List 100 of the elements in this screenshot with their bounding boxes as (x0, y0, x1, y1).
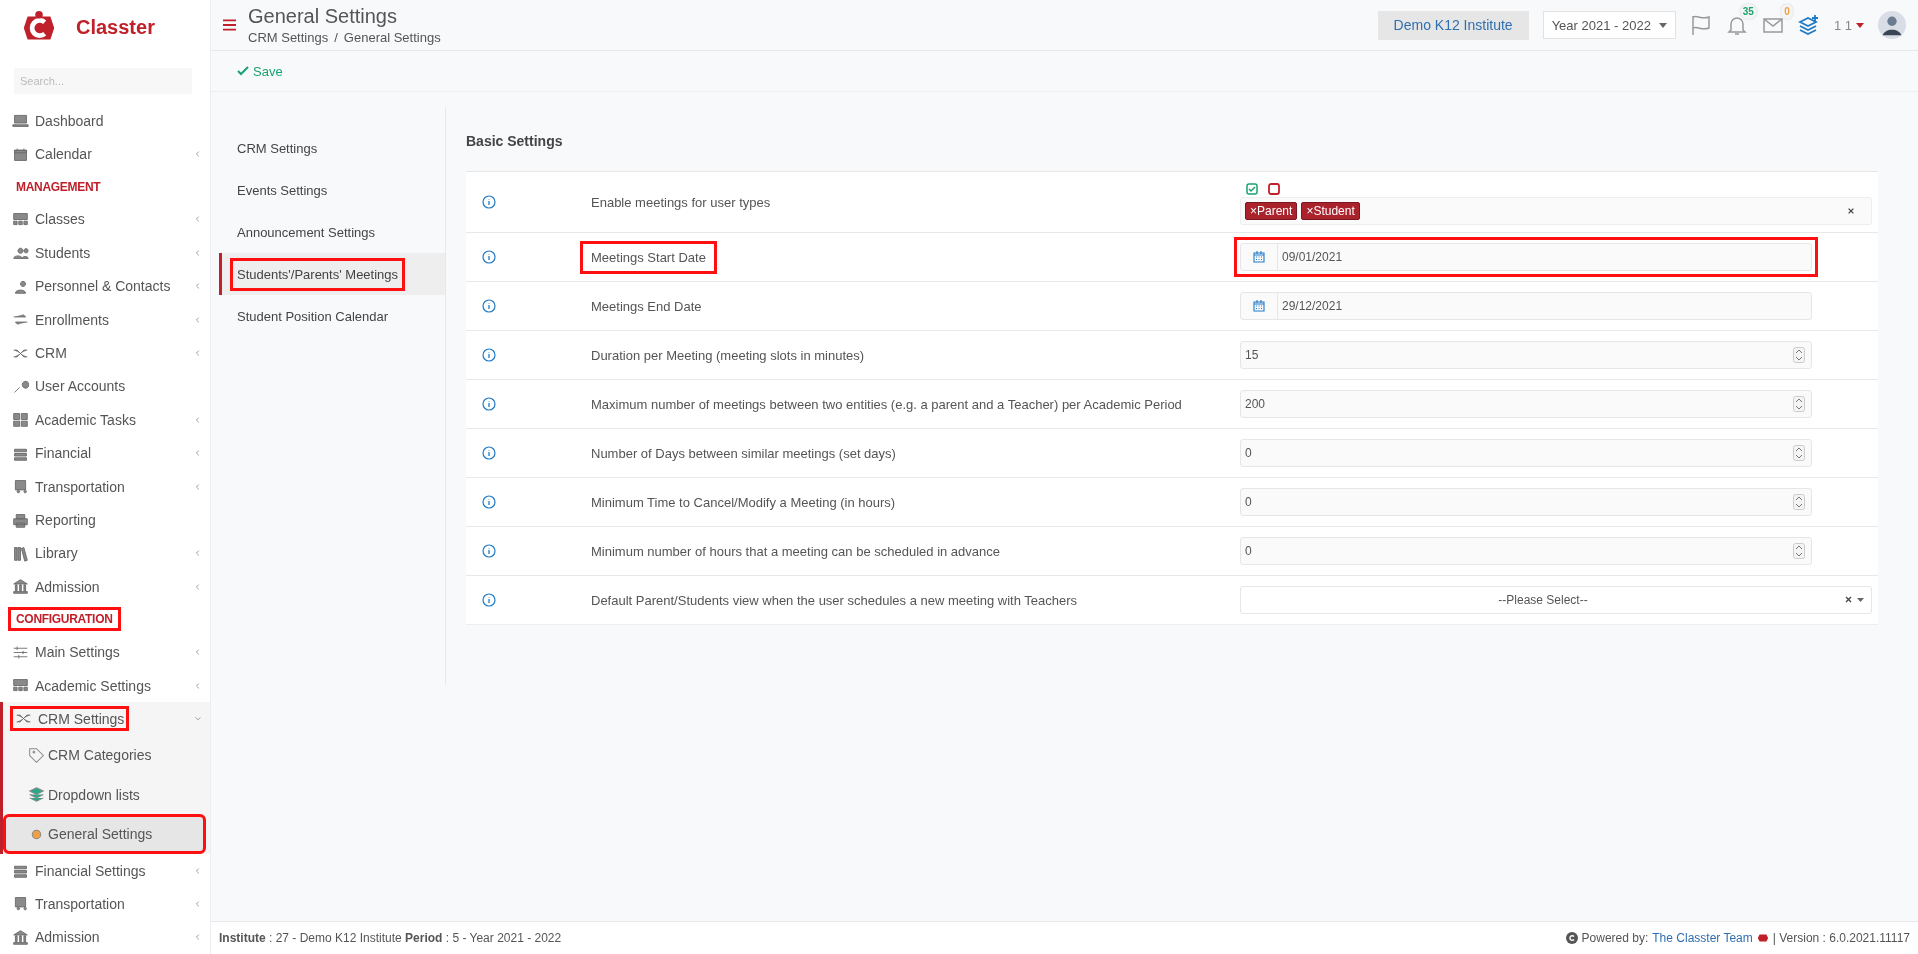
section-heading: CONFIGURATION (8, 607, 121, 632)
spinner-icon[interactable] (1793, 445, 1805, 461)
sidebar-item[interactable]: Personnel & Contacts (0, 269, 210, 303)
page-title: General Settings (248, 5, 398, 28)
submenu-item[interactable]: General Settings (3, 814, 206, 854)
date-field[interactable]: 29/12/2021 (1240, 292, 1812, 320)
sidebar-item[interactable]: Reporting (0, 503, 210, 537)
settings-tab[interactable]: CRM Settings (219, 127, 445, 169)
number-field[interactable]: 0 (1240, 537, 1812, 565)
spinner-icon[interactable] (1793, 494, 1805, 510)
select-dropdown[interactable]: --Please Select-- (1240, 586, 1872, 614)
chevron-icon (194, 899, 202, 908)
settings-tab[interactable]: Students'/Parents' Meetings (219, 253, 445, 295)
chevron-icon (194, 315, 202, 324)
sidebar-item[interactable]: Admission (0, 920, 210, 954)
number-field[interactable]: 200 (1240, 390, 1812, 418)
institute-button[interactable]: Demo K12 Institute (1377, 10, 1529, 40)
layers-plus-icon[interactable] (1797, 14, 1820, 36)
section-title: Basic Settings (466, 133, 564, 149)
caret-icon (1856, 22, 1864, 28)
sidebar-item[interactable]: CRM Settings (3, 702, 210, 736)
sidebar-item[interactable]: Academic Settings (0, 668, 210, 703)
info-icon[interactable] (482, 495, 496, 509)
chevron-icon (194, 449, 202, 458)
sidebar-item[interactable]: Financial Settings (0, 853, 210, 888)
chevron-icon (194, 933, 202, 942)
check-icon (237, 66, 249, 76)
footer-info: Institute : 27 - Demo K12 Institute Period : 5 - Year 2021 - 2022 (219, 931, 562, 945)
year-dropdown[interactable]: Year 2021 - 2022 (1542, 11, 1676, 39)
submenu-icon (28, 746, 45, 764)
chevron-icon (194, 648, 202, 657)
sidebar-item[interactable]: User Accounts (0, 369, 210, 404)
chevron-icon (194, 549, 202, 558)
flag-icon[interactable] (1689, 14, 1712, 36)
spinner-icon[interactable] (1793, 396, 1805, 412)
sidebar-item[interactable]: Admission (0, 570, 210, 604)
team-link[interactable]: The Classter Team (1652, 931, 1753, 945)
info-icon[interactable] (482, 299, 496, 313)
settings-tab[interactable]: Announcement Settings (219, 211, 445, 253)
message-count: 0 (1781, 4, 1793, 19)
deselect-all-icon[interactable] (1268, 183, 1280, 195)
notification-count: 35 (1739, 4, 1757, 19)
spinner-icon[interactable] (1793, 543, 1805, 559)
submenu-item[interactable]: Dropdown lists (3, 775, 206, 815)
sidebar-item[interactable]: Dashboard (0, 104, 210, 138)
info-icon[interactable] (482, 593, 496, 607)
number-field[interactable]: 0 (1240, 439, 1812, 467)
selected-tag[interactable]: ×Parent (1245, 202, 1298, 220)
caret-icon (1658, 22, 1667, 28)
info-icon[interactable] (482, 544, 496, 558)
setting-label: Duration per Meeting (meeting slots in minutes) (590, 346, 866, 365)
info-icon[interactable] (482, 195, 496, 209)
sidebar-item[interactable]: Financial (0, 436, 210, 470)
settings-tab[interactable]: Student Position Calendar (219, 295, 445, 337)
number-field[interactable]: 15 (1240, 341, 1812, 369)
bell-icon[interactable] (1725, 14, 1748, 36)
clear-caret-icon (1845, 596, 1865, 604)
number-field[interactable]: 0 (1240, 488, 1812, 516)
setting-label: Maximum number of meetings between two entities (e.g. a parent and a Teacher) per Academic Period (590, 395, 1183, 414)
section-heading: MANAGEMENT (15, 178, 102, 196)
powered-by-text: Powered by: (1581, 931, 1649, 945)
chevron-icon (194, 150, 202, 159)
sidebar-item[interactable]: CRM (0, 336, 210, 370)
spinner-icon[interactable] (1793, 347, 1805, 363)
info-icon[interactable] (482, 348, 496, 362)
settings-tab[interactable]: Events Settings (219, 169, 445, 211)
chevron-icon (194, 681, 202, 690)
calendar-icon[interactable] (1252, 299, 1266, 313)
clear-icon[interactable] (1847, 207, 1855, 215)
sidebar-item[interactable]: Library (0, 536, 210, 571)
setting-label: Meetings End Date (590, 297, 703, 316)
info-icon[interactable] (482, 250, 496, 264)
chevron-icon (194, 349, 202, 358)
sidebar-item[interactable]: Academic Tasks (0, 403, 210, 437)
chevron-icon (194, 482, 202, 491)
sidebar-item[interactable]: Enrollments (0, 302, 210, 337)
info-icon[interactable] (482, 397, 496, 411)
avatar-icon[interactable] (1878, 11, 1906, 39)
sidebar-item[interactable]: Calendar (0, 137, 210, 171)
sidebar-item[interactable]: Transportation (0, 887, 210, 921)
breadcrumb-item[interactable]: CRM Settings (248, 30, 329, 45)
setting-label: Enable meetings for user types (590, 193, 772, 212)
submenu-item[interactable]: CRM Categories (3, 735, 206, 776)
setting-label: Meetings Start Date (580, 240, 717, 274)
sidebar-item[interactable]: Students (0, 236, 210, 270)
selected-tag[interactable]: ×Student (1301, 202, 1360, 220)
info-icon[interactable] (482, 446, 496, 460)
brand-name: Classter (76, 16, 155, 40)
multi-select-field[interactable]: ×Parent ×Student (1240, 197, 1872, 225)
copyright-icon (1565, 932, 1578, 944)
breadcrumb-separator: / (334, 30, 338, 45)
sidebar-item[interactable]: Classes (0, 202, 210, 237)
sidebar-item[interactable]: Main Settings (0, 635, 210, 669)
chevron-icon (194, 248, 202, 257)
setting-label: Minimum number of hours that a meeting can be scheduled in advance (590, 542, 1001, 561)
sidebar-item[interactable]: Transportation (0, 469, 210, 504)
date-field[interactable]: 09/01/2021 (1240, 243, 1812, 271)
search-field[interactable]: Search... (14, 67, 192, 94)
calendar-icon[interactable] (1252, 250, 1266, 264)
select-all-icon[interactable] (1246, 183, 1258, 195)
